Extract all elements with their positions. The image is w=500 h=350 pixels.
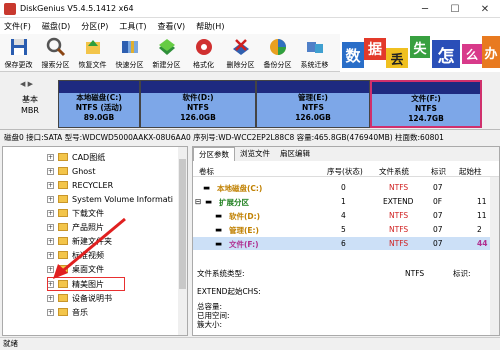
window-title: DiskGenius V5.4.5.1412 x64 (20, 4, 134, 13)
format-icon (195, 39, 212, 55)
ad-char: 怎 (432, 40, 460, 68)
menu-file[interactable]: 文件(F) (4, 21, 31, 32)
extend-chs-label: EXTEND起始CHS: (197, 287, 261, 296)
annotation-arrow (53, 217, 126, 279)
partition-block[interactable]: 软件(D:) NTFS 126.0GB (140, 80, 256, 128)
minimize-button[interactable]: ─ (410, 0, 440, 18)
title-bar: DiskGenius V5.4.5.1412 x64 ─ ☐ ✕ (0, 0, 500, 18)
maximize-button[interactable]: ☐ (440, 0, 470, 18)
app-icon (4, 2, 16, 15)
search-partition-button[interactable]: 搜索分区 (37, 34, 74, 72)
recover-files-button[interactable]: 恢复文件 (74, 34, 111, 72)
disk-icon: ▬ (215, 239, 223, 248)
menu-tools[interactable]: 工具(T) (119, 21, 146, 32)
recover-icon (85, 40, 100, 54)
collapse-icon[interactable]: ⊟ (195, 197, 201, 206)
ad-char: 丢 (386, 48, 408, 68)
scrollbar-thumb[interactable] (179, 159, 186, 289)
delete-partition-button[interactable]: 删除分区 (222, 34, 259, 72)
tab-bar: 分区参数 浏览文件 扇区编辑 (193, 147, 499, 161)
total-capacity-label: 总容量: (197, 302, 223, 311)
quick-partition-button[interactable]: 快速分区 (111, 34, 148, 72)
ad-char: 么 (462, 44, 482, 64)
disk-type-label: 基本 MBR (21, 95, 39, 115)
ad-banner[interactable]: 数 据 丢 失 怎 么 办 (340, 34, 500, 72)
disk-map: ◀ ▶ 基本 MBR 本地磁盘(C:) NTFS (活动) 89.0GB 软件(… (0, 72, 500, 130)
new-partition-icon (158, 39, 175, 55)
disk-icon: ▬ (205, 197, 213, 206)
partition-block[interactable]: 本地磁盘(C:) NTFS (活动) 89.0GB (58, 80, 140, 128)
menu-partition[interactable]: 分区(P) (81, 21, 108, 32)
tree-scrollbar[interactable] (178, 147, 187, 335)
disk-info: 磁盘0 接口:SATA 型号:WDCWD5000AAKX-08U6AA0 序列号… (0, 131, 500, 145)
ad-char: 办 (482, 36, 500, 68)
ad-char: 据 (364, 38, 386, 60)
table-row[interactable]: ▬ 软件(D:) 4 NTFS 07 11 (193, 209, 499, 222)
tab-sector-edit[interactable]: 扇区编辑 (275, 147, 315, 161)
table-header: 卷标 序号(状态) 文件系统 标识 起始柱 (193, 164, 499, 177)
partition-block[interactable]: 管理(E:) NTFS 126.0GB (256, 80, 370, 128)
ad-char: 数 (342, 42, 364, 68)
table-row[interactable]: ▬ 管理(E:) 5 NTFS 07 2 (193, 223, 499, 236)
format-button[interactable]: 格式化 (185, 34, 222, 72)
disk-icon: ▬ (215, 225, 223, 234)
status-bar: 就绪 (0, 337, 500, 349)
tab-partition-params[interactable]: 分区参数 (193, 147, 235, 161)
partition-properties: 文件系统类型: NTFS 标识: EXTEND起始CHS: 总容量: 已用空间:… (197, 269, 487, 329)
close-button[interactable]: ✕ (470, 0, 500, 18)
cluster-size-label: 簇大小: (197, 320, 223, 329)
migrate-icon (306, 42, 323, 53)
used-space-label: 已用空间: (197, 311, 230, 320)
menu-disk[interactable]: 磁盘(D) (42, 21, 70, 32)
table-row-selected[interactable]: ▬ 文件(F:) 6 NTFS 07 44 (193, 237, 499, 250)
table-row[interactable]: ⊟ ▬ 扩展分区 1 EXTEND 0F 11 (193, 195, 499, 208)
fs-id-label: 标识: (453, 269, 471, 278)
quick-partition-icon (121, 41, 138, 53)
backup-partition-button[interactable]: 备份分区 (259, 34, 296, 72)
menu-bar: 文件(F) 磁盘(D) 分区(P) 工具(T) 查看(V) 帮助(H) (0, 18, 500, 34)
delete-partition-icon (232, 39, 249, 55)
menu-view[interactable]: 查看(V) (157, 21, 185, 32)
menu-help[interactable]: 帮助(H) (196, 21, 224, 32)
disk-icon: ▬ (215, 211, 223, 220)
system-migrate-button[interactable]: 系统迁移 (296, 34, 333, 72)
fs-type-value: NTFS (405, 269, 425, 278)
partition-details-panel: 分区参数 浏览文件 扇区编辑 卷标 序号(状态) 文件系统 标识 起始柱 ▬ 本… (192, 146, 500, 336)
table-scrollbar[interactable] (490, 177, 499, 335)
new-partition-button[interactable]: 新建分区 (148, 34, 185, 72)
fs-type-label: 文件系统类型: (197, 269, 245, 278)
folder-tree: + CAD图纸 + Ghost + RECYCLER + System Volume I… (2, 146, 188, 336)
tab-browse-files[interactable]: 浏览文件 (235, 147, 275, 161)
table-row[interactable]: ▬ 本地磁盘(C:) 0 NTFS 07 (193, 181, 499, 194)
disk-nav-arrows[interactable]: ◀ ▶ (20, 80, 33, 88)
partition-block-selected[interactable]: 文件(F:) NTFS 124.7GB (370, 80, 482, 128)
ad-char: 失 (410, 36, 430, 58)
search-icon (46, 37, 65, 57)
save-changes-button[interactable]: 保存更改 (0, 34, 37, 72)
save-icon (10, 39, 27, 55)
backup-icon (269, 39, 286, 55)
disk-icon: ▬ (203, 183, 211, 192)
